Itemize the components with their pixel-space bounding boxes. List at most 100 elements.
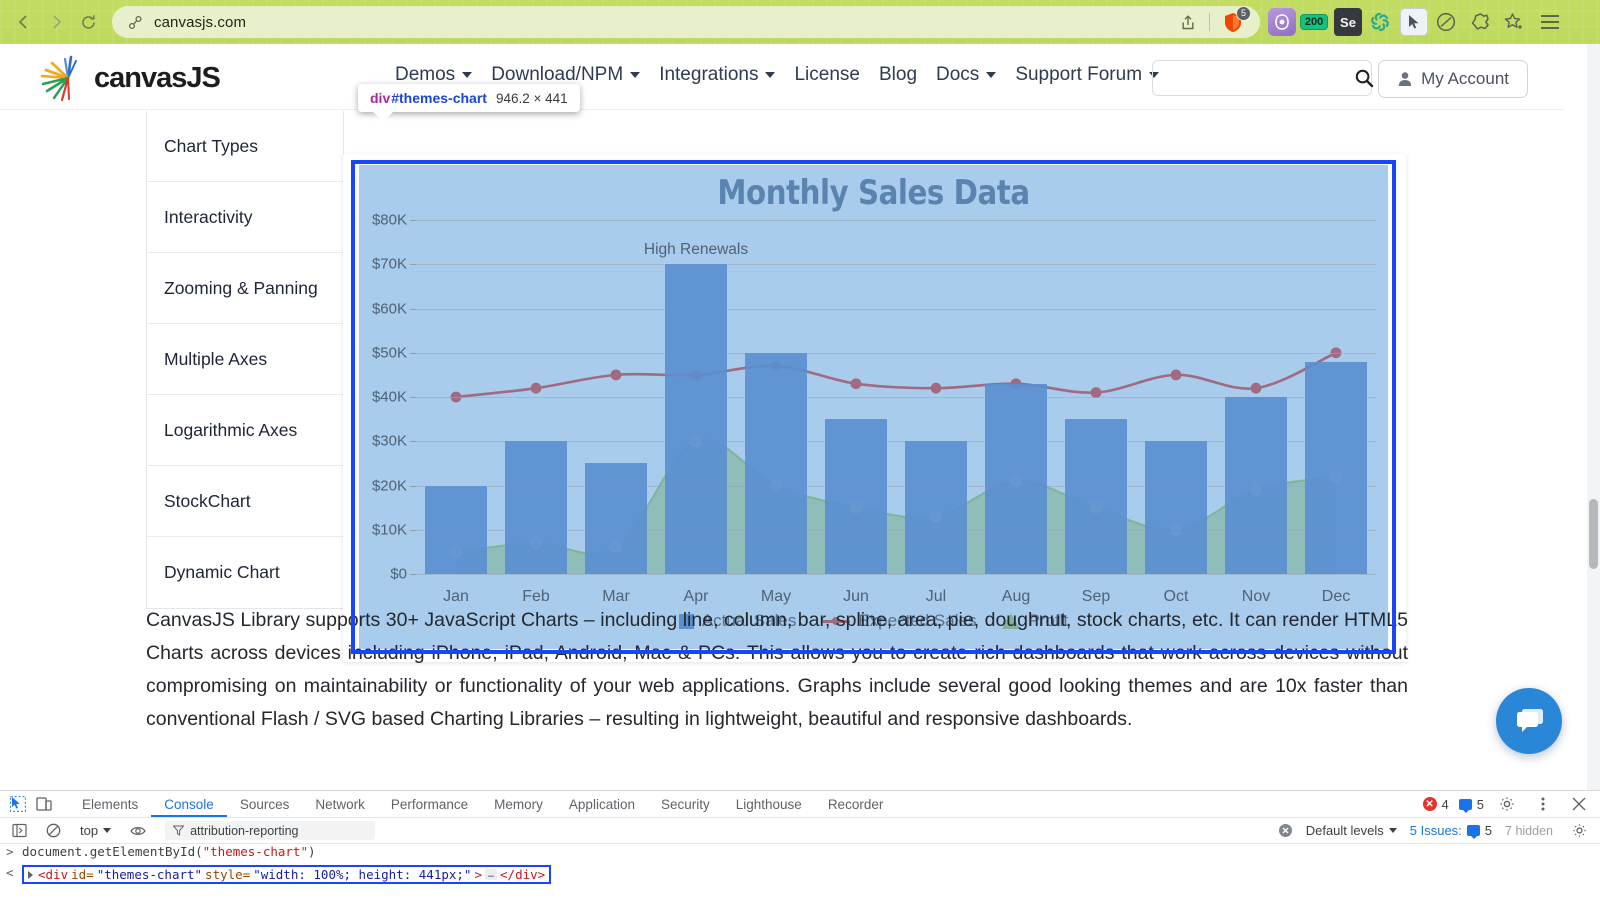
close-devtools-icon[interactable] [1566,792,1592,816]
nav-label: Integrations [659,64,758,86]
tab-network[interactable]: Network [302,791,378,817]
sidebar-item-interactivity[interactable]: Interactivity [147,182,343,253]
page-scrollbar-thumb[interactable] [1589,499,1598,569]
nav-item-license[interactable]: License [794,64,860,86]
selenium-extension-icon[interactable]: Se [1334,8,1362,36]
address-bar[interactable]: canvasjs.com 5 [112,6,1260,38]
openai-extension-icon[interactable] [1366,8,1394,36]
tab-security[interactable]: Security [648,791,723,817]
tab-memory[interactable]: Memory [481,791,556,817]
chart-bar[interactable] [505,441,567,574]
tab-lighthouse[interactable]: Lighthouse [723,791,815,817]
extensions-puzzle-icon[interactable] [1466,8,1494,36]
console-input-row[interactable]: > document.getElementById("themes-chart"… [0,844,1600,865]
site-info-icon[interactable] [126,13,144,31]
device-toolbar-icon[interactable] [31,792,57,816]
console-result-row[interactable]: < <div id="themes-chart" style="width: 1… [0,865,1600,886]
sidebar-item-stockchart[interactable]: StockChart [147,466,343,537]
sidebar-item-logarithmic-axes[interactable]: Logarithmic Axes [147,395,343,466]
chart-line-marker[interactable] [1251,383,1262,394]
tab-elements[interactable]: Elements [69,791,151,817]
page-scrollbar[interactable] [1587,44,1600,790]
nav-item-download-npm[interactable]: Download/NPM [491,64,640,86]
console-sidebar-toggle-icon[interactable] [6,819,32,843]
chart-line-marker[interactable] [931,383,942,394]
nav-item-support-forum[interactable]: Support Forum [1015,64,1159,86]
result-attr-style-value: "width: 100%; height: 441px;" [253,867,471,882]
back-button[interactable] [10,8,38,36]
sidebar-item-dynamic-chart[interactable]: Dynamic Chart [147,537,343,608]
nav-item-blog[interactable]: Blog [879,64,917,86]
extension-purple-icon[interactable] [1268,8,1296,36]
inspect-element-icon[interactable] [5,792,31,816]
tab-console[interactable]: Console [151,791,227,817]
sidebar-item-chart-types[interactable]: Chart Types [147,111,343,182]
message-count-badge[interactable]: 5 [1459,797,1484,812]
extension-counter-icon[interactable]: 200 [1300,8,1328,36]
result-ellipsis[interactable]: … [485,869,497,880]
tab-sources[interactable]: Sources [227,791,303,817]
nav-item-docs[interactable]: Docs [936,64,996,86]
chart-line-marker[interactable] [1171,369,1182,380]
console-context-selector[interactable]: top [74,823,117,838]
settings-gear-icon[interactable] [1494,792,1520,816]
error-count-badge[interactable]: ✕ 4 [1423,797,1449,812]
search-icon[interactable] [1354,68,1374,88]
chart-bar[interactable] [745,353,807,574]
nav-item-integrations[interactable]: Integrations [659,64,775,86]
nav-item-demos[interactable]: Demos [395,64,472,86]
chart-bar[interactable] [1305,362,1367,574]
cursor-extension-icon[interactable] [1400,8,1428,36]
share-icon[interactable] [1177,14,1199,31]
tab-recorder[interactable]: Recorder [815,791,897,817]
chart-bar[interactable] [1225,397,1287,574]
console-result-node[interactable]: <div id="themes-chart" style="width: 100… [22,865,551,884]
block-extension-icon[interactable] [1432,8,1460,36]
hidden-messages-count: 7 hidden [1505,824,1553,838]
chart-bar[interactable] [1145,441,1207,574]
error-icon: ✕ [1423,797,1437,811]
brave-shields-button[interactable]: 5 [1220,12,1246,33]
chart-line-marker[interactable] [611,369,622,380]
console-filter-bar: top attribution-reporting Default levels… [0,818,1600,844]
clear-console-icon[interactable] [40,819,66,843]
y-axis-tick-mark [410,309,416,310]
forward-button[interactable] [42,8,70,36]
bookmark-star-icon[interactable] [1500,8,1528,36]
chart-bar[interactable] [585,463,647,574]
chart-bar[interactable] [665,264,727,574]
chart-line-marker[interactable] [531,383,542,394]
reload-button[interactable] [74,8,102,36]
search-input[interactable] [1153,61,1354,95]
chat-widget-button[interactable] [1496,688,1562,754]
canvasjs-logo[interactable]: canvasJS [38,54,220,102]
chart-bar[interactable] [425,486,487,575]
devtools-tabs: Elements Console Sources Network Perform… [69,791,896,817]
y-axis-tick-mark [410,353,416,354]
more-options-icon[interactable] [1530,792,1556,816]
issues-summary[interactable]: 5 Issues: 5 [1410,823,1492,838]
chevron-down-icon [986,72,996,78]
tab-application[interactable]: Application [556,791,648,817]
live-expression-eye-icon[interactable] [125,819,151,843]
chart-bar[interactable] [825,419,887,574]
console-input-expression: document.getElementById("themes-chart") [22,844,316,859]
log-levels-selector[interactable]: Default levels [1306,823,1397,838]
tab-performance[interactable]: Performance [378,791,481,817]
sidebar-item-zooming-panning[interactable]: Zooming & Panning [147,253,343,324]
chart-line-marker[interactable] [851,378,862,389]
chart-bar[interactable] [905,441,967,574]
gridline [416,309,1376,310]
chart-bar[interactable] [985,384,1047,574]
expand-triangle-icon[interactable] [28,871,33,879]
browser-menu-button[interactable] [1536,8,1564,36]
sidebar-item-multiple-axes[interactable]: Multiple Axes [147,324,343,395]
my-account-button[interactable]: My Account [1378,60,1528,98]
console-filter-input[interactable]: attribution-reporting [165,821,375,840]
clear-filter-icon[interactable] [1278,823,1293,838]
themes-chart[interactable]: Monthly Sales Data $0$10K$20K$30K$40K$50… [359,165,1388,649]
console-settings-gear-icon[interactable] [1566,819,1592,843]
site-search[interactable] [1152,60,1372,96]
chart-bar[interactable] [1065,419,1127,574]
chart-line-series[interactable] [456,353,1336,397]
